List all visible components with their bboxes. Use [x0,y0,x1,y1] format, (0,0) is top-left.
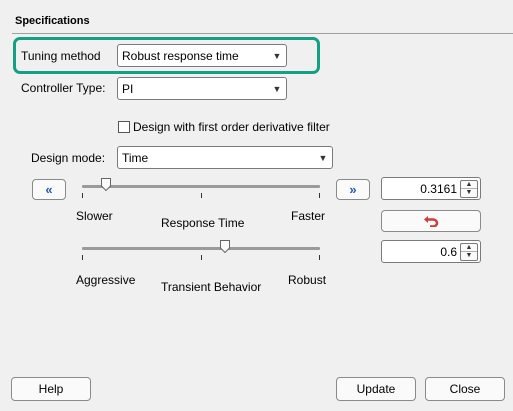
spin-up-icon[interactable]: ▲ [461,244,477,252]
controller-type-dropdown[interactable]: PI ▼ [117,77,287,100]
close-button-label: Close [449,382,481,396]
spin-down-icon[interactable]: ▼ [461,251,477,260]
slower-nav-button[interactable]: « [32,179,66,200]
close-button[interactable]: Close [425,377,505,401]
response-time-tick-left [82,193,83,198]
transient-behavior-label: Transient Behavior [161,280,262,294]
response-time-spinner[interactable]: ▲ ▼ [460,179,478,198]
response-time-field[interactable]: 0.3161 ▲ ▼ [381,177,481,200]
transient-behavior-tick-mid [201,255,202,260]
controller-type-value: PI [122,81,134,96]
transient-behavior-spinner[interactable]: ▲ ▼ [460,242,478,261]
transient-behavior-value: 0.6 [440,244,457,259]
design-mode-dropdown[interactable]: Time ▼ [117,146,333,169]
faster-nav-button[interactable]: » [336,179,370,200]
section-divider [12,33,513,34]
section-title: Specifications [15,15,90,27]
transient-behavior-right-label: Robust [288,273,327,287]
update-button-label: Update [356,382,396,396]
derivative-filter-checkbox[interactable] [118,121,130,133]
response-time-tick-mid [201,193,202,198]
help-button-label: Help [38,382,64,396]
spin-up-icon[interactable]: ▲ [461,181,477,189]
tuning-method-dropdown[interactable]: Robust response time ▼ [117,44,287,67]
help-button[interactable]: Help [11,377,91,401]
response-time-tick-right [319,193,320,198]
transient-behavior-tick-left [82,255,83,260]
response-time-value: 0.3161 [420,181,457,196]
chevron-down-icon: ▼ [318,152,328,163]
double-chevron-left-icon: « [45,182,53,197]
chevron-down-icon: ▼ [272,50,282,61]
response-time-slider-thumb[interactable] [101,178,111,191]
response-time-left-label: Slower [76,209,113,223]
transient-behavior-slider-thumb[interactable] [220,240,230,253]
design-mode-label: Design mode: [31,151,106,165]
update-button[interactable]: Update [336,377,416,401]
transient-behavior-tick-right [319,255,320,260]
chevron-down-icon: ▼ [272,83,282,94]
transient-behavior-slider-track[interactable] [82,247,320,250]
response-time-label: Response Time [161,216,245,230]
reset-button[interactable] [381,210,481,232]
undo-arrow-icon [424,216,439,227]
response-time-slider-track[interactable] [82,185,320,188]
transient-behavior-left-label: Aggressive [76,273,136,287]
spin-down-icon[interactable]: ▼ [461,188,477,197]
double-chevron-right-icon: » [349,182,357,197]
response-time-right-label: Faster [291,209,326,223]
controller-type-label: Controller Type: [21,81,106,95]
derivative-filter-label: Design with first order derivative filte… [133,120,330,134]
transient-behavior-field[interactable]: 0.6 ▲ ▼ [381,240,481,263]
design-mode-value: Time [122,150,149,165]
tuning-method-value: Robust response time [122,48,239,63]
tuning-method-label: Tuning method [21,49,101,63]
